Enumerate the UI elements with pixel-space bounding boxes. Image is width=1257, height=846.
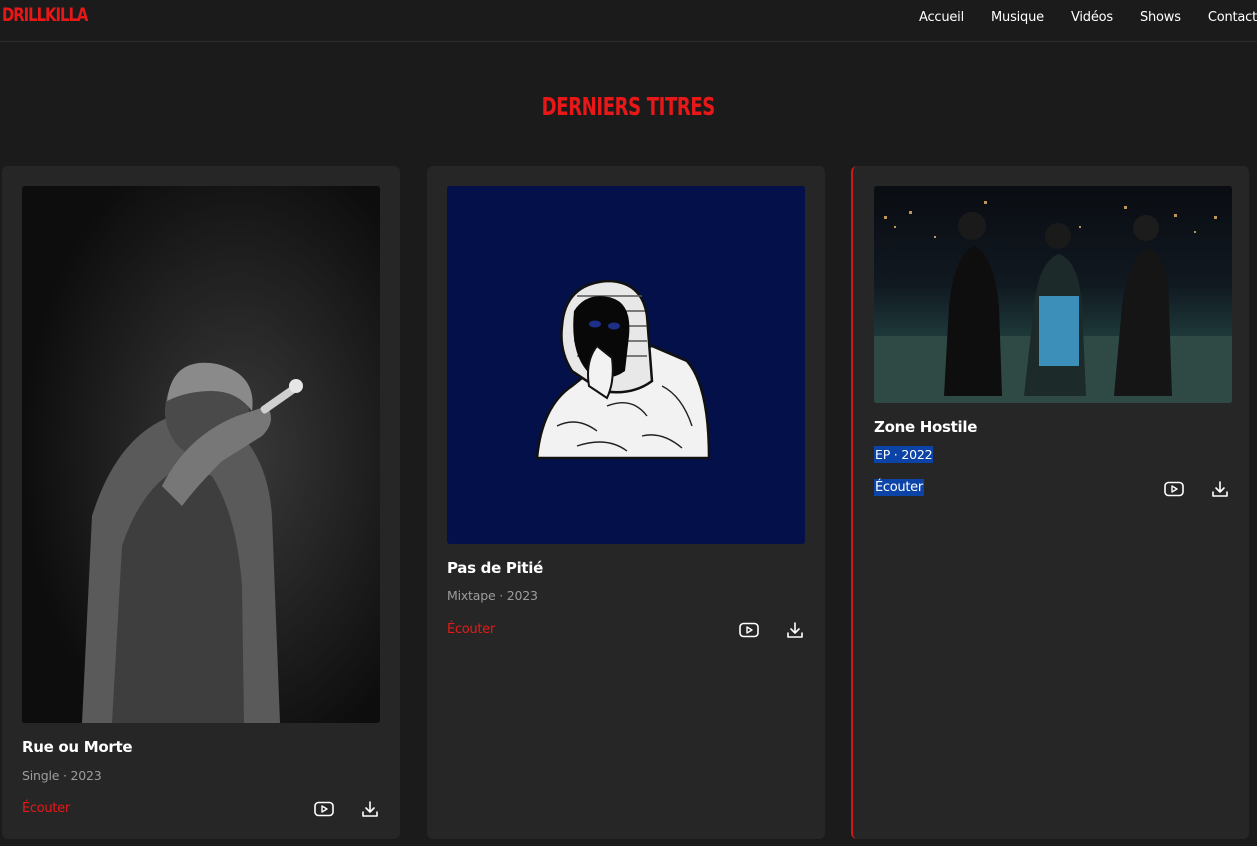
youtube-icon[interactable] [738,619,760,641]
nav-musique[interactable]: Musique [991,10,1044,26]
release-meta: EP · 2022 [874,446,934,463]
listen-link[interactable]: Écouter [874,479,924,496]
nav-contact[interactable]: Contact [1208,10,1257,26]
release-title: Rue ou Morte [22,738,133,756]
download-icon[interactable] [359,798,381,820]
cover-image-rue-ou-morte [22,186,380,723]
main-nav: Accueil Musique Vidéos Shows Contact [892,10,1257,26]
youtube-icon[interactable] [313,798,335,820]
download-icon[interactable] [784,619,806,641]
nav-shows[interactable]: Shows [1140,10,1181,26]
listen-link[interactable]: Écouter [22,801,70,817]
release-title: Pas de Pitié [447,559,544,577]
top-navbar: DRILLKILLA Accueil Musique Vidéos Shows … [0,0,1257,42]
youtube-icon[interactable] [1163,478,1185,500]
release-card-rue-ou-morte[interactable]: Rue ou Morte Single · 2023 Écouter [2,166,400,839]
nav-videos[interactable]: Vidéos [1071,10,1113,26]
nav-accueil[interactable]: Accueil [919,10,964,26]
cover-image-pas-de-pitie [447,186,805,544]
release-meta: Single · 2023 [22,768,102,783]
release-card-pas-de-pitie[interactable]: Pas de Pitié Mixtape · 2023 Écouter [427,166,825,839]
release-meta-text: EP · 2022 [874,446,934,463]
download-icon[interactable] [1209,478,1231,500]
cover-image-zone-hostile [874,186,1232,403]
section-title: DERNIERS TITRES [541,92,716,121]
site-logo[interactable]: DRILLKILLA [2,4,88,26]
release-meta: Mixtape · 2023 [447,588,538,603]
release-title: Zone Hostile [874,418,978,436]
listen-link[interactable]: Écouter [447,622,495,638]
listen-link-text[interactable]: Écouter [874,479,924,496]
release-card-zone-hostile[interactable]: Zone Hostile EP · 2022 Écouter [851,166,1249,839]
